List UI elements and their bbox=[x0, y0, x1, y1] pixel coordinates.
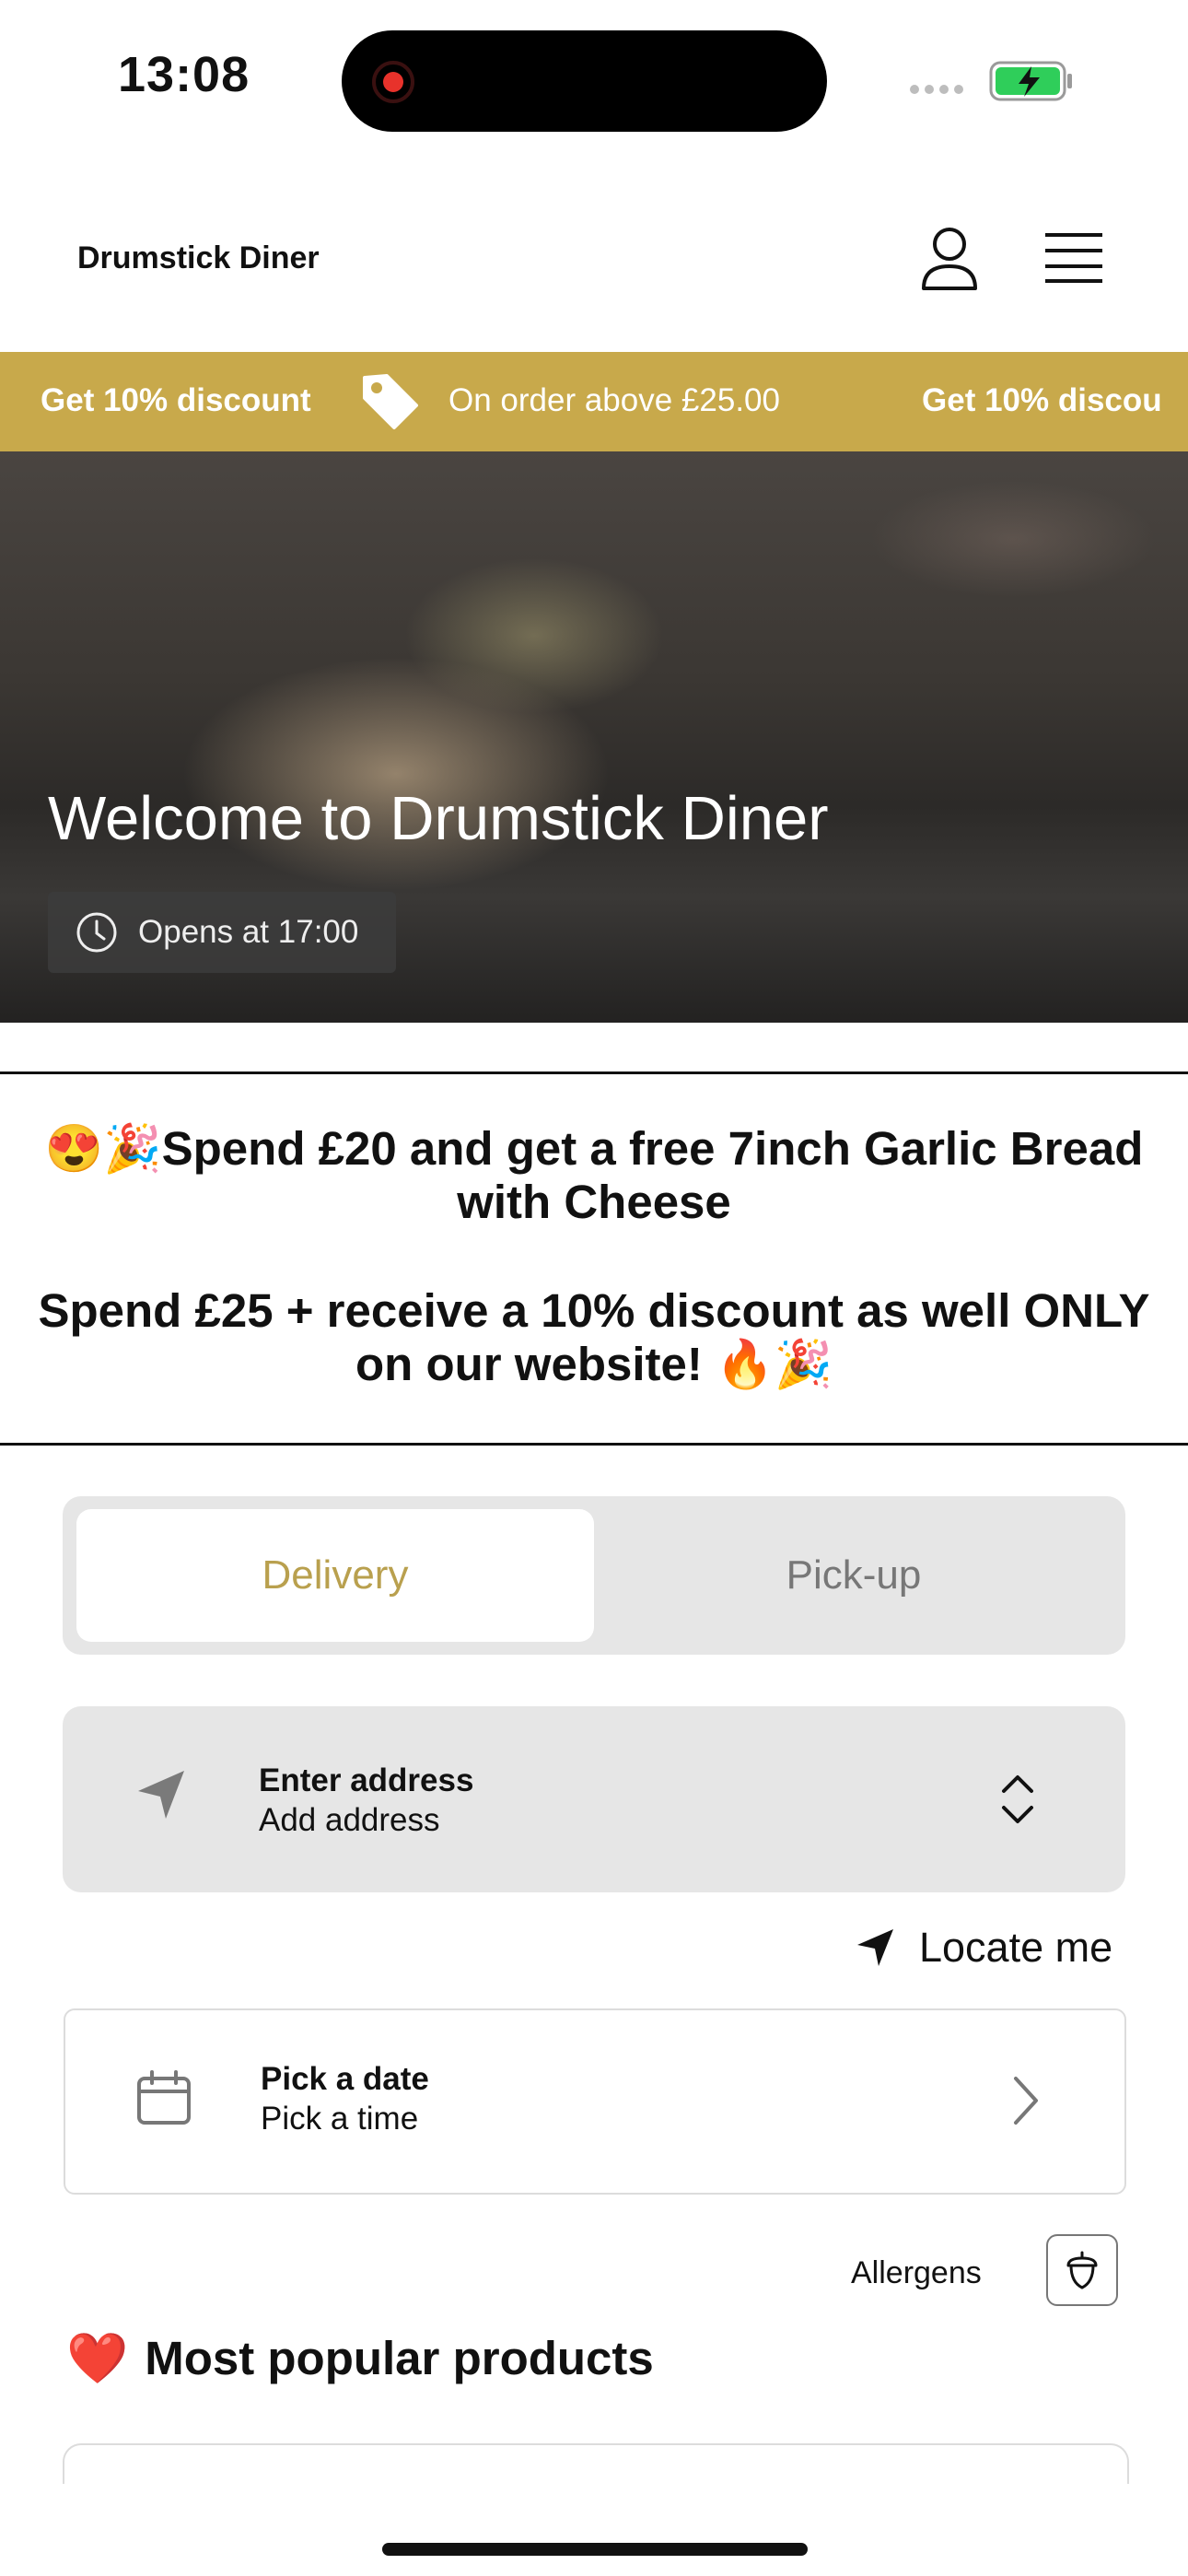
address-title: Enter address bbox=[259, 1762, 474, 1798]
hero-title: Welcome to Drumstick Diner bbox=[48, 784, 829, 853]
recording-icon bbox=[372, 61, 414, 103]
discount-banner: Get 10% discount On order above £25.00 G… bbox=[0, 352, 1188, 451]
status-time: 13:08 bbox=[118, 47, 250, 102]
location-arrow-icon bbox=[857, 1929, 893, 1966]
menu-icon[interactable] bbox=[1043, 231, 1104, 285]
price-tag-icon bbox=[363, 374, 418, 429]
home-indicator[interactable] bbox=[382, 2543, 808, 2556]
schedule-selector[interactable]: Pick a date Pick a time bbox=[64, 2008, 1126, 2195]
brand-name[interactable]: Drumstick Diner bbox=[77, 240, 320, 276]
address-subtitle: Add address bbox=[259, 1802, 440, 1838]
allergens-button[interactable] bbox=[1046, 2234, 1118, 2306]
divider bbox=[0, 1443, 1188, 1446]
schedule-title: Pick a date bbox=[261, 2061, 429, 2097]
promo-line-2: Spend £25 + receive a 10% discount as we… bbox=[38, 1284, 1150, 1390]
calendar-icon bbox=[137, 2070, 191, 2125]
opening-hours-badge: Opens at 17:00 bbox=[48, 892, 396, 973]
order-mode-toggle: Delivery Pick-up bbox=[63, 1496, 1125, 1655]
opening-hours-text: Opens at 17:00 bbox=[138, 914, 359, 950]
allergens-label: Allergens bbox=[851, 2255, 982, 2290]
bottom-safe-area bbox=[0, 2484, 1188, 2576]
promo-line-1: 😍🎉Spend £20 and get a free 7inch Garlic … bbox=[44, 1122, 1144, 1228]
locate-me-button[interactable]: Locate me bbox=[855, 1924, 1112, 1972]
chevron-up-down-icon bbox=[1002, 1775, 1033, 1823]
popular-title: Most popular products bbox=[145, 2332, 654, 2384]
battery-charging-icon bbox=[989, 61, 1072, 101]
schedule-subtitle: Pick a time bbox=[261, 2101, 419, 2137]
discount-title-repeat: Get 10% discou bbox=[922, 382, 1162, 418]
address-selector[interactable]: Enter address Add address bbox=[63, 1706, 1125, 1892]
account-icon[interactable] bbox=[919, 226, 980, 292]
divider bbox=[0, 1071, 1188, 1074]
popular-heading: ❤️ Most popular products bbox=[66, 2331, 654, 2385]
tab-delivery[interactable]: Delivery bbox=[76, 1509, 594, 1642]
dynamic-island bbox=[342, 30, 827, 132]
clock-icon bbox=[76, 912, 117, 953]
signal-icon bbox=[910, 85, 963, 94]
discount-title: Get 10% discount bbox=[41, 382, 311, 418]
heart-icon: ❤️ bbox=[66, 2330, 129, 2386]
locate-me-label: Locate me bbox=[919, 1924, 1113, 1971]
hero-image: Welcome to Drumstick Diner Opens at 17:0… bbox=[0, 451, 1188, 1023]
chevron-right-icon bbox=[1014, 2077, 1038, 2125]
tab-pickup[interactable]: Pick-up bbox=[595, 1509, 1112, 1642]
acorn-icon bbox=[1066, 2251, 1098, 2289]
navigation-arrow-icon bbox=[138, 1771, 184, 1819]
discount-condition: On order above £25.00 bbox=[448, 382, 780, 418]
